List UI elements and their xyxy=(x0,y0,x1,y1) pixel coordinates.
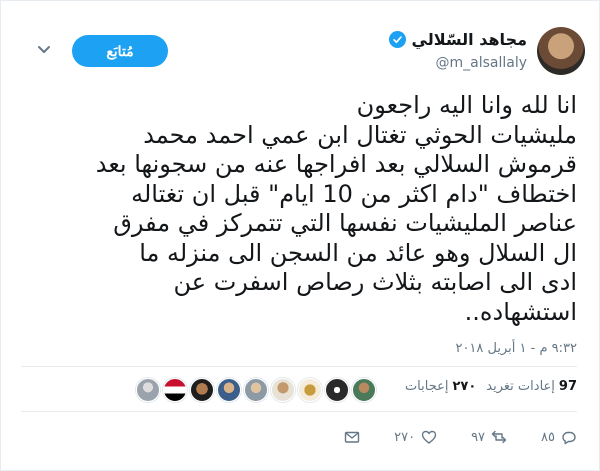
direct-message-action[interactable] xyxy=(344,429,360,445)
tweet-text-line: انا لله وانا اليه راجعون xyxy=(356,91,577,119)
tweet-text-line: عناصر المليشيات نفسها التي تتمركز في مفر… xyxy=(113,209,577,237)
liker-avatar[interactable] xyxy=(217,378,241,402)
author-name-line: مجاهد السّلالي xyxy=(388,30,527,49)
heart-icon xyxy=(421,430,437,444)
author-avatar[interactable] xyxy=(537,27,585,75)
tweet-timestamp[interactable]: ٩:٣٢ م - ١ أبريل ٢٠١٨ xyxy=(455,341,577,356)
author-name[interactable]: مجاهد السّلالي xyxy=(412,30,527,49)
reply-count: ٨٥ xyxy=(541,429,555,445)
liker-avatar[interactable] xyxy=(136,378,160,402)
liker-avatar[interactable] xyxy=(271,378,295,402)
tweet-text-line: استشهاده.. xyxy=(464,297,577,326)
reply-action[interactable]: ٨٥ xyxy=(541,429,577,445)
liker-avatar[interactable] xyxy=(190,378,214,402)
like-action[interactable]: ٢٧٠ xyxy=(394,429,437,445)
tweet-text-line: ادى الى اصابته بثلاث رصاص اسفرت عن xyxy=(173,268,577,296)
liker-avatar[interactable] xyxy=(298,378,322,402)
retweet-action[interactable]: ٩٧ xyxy=(471,429,507,445)
retweets-count: 97 xyxy=(558,379,577,394)
author-block: مجاهد السّلالي @m_alsallaly xyxy=(388,30,527,71)
tweet-text-line: مليشيات الحوثي تغتال ابن عمي احمد محمد xyxy=(143,120,577,149)
tweet-text-line: قرموش السلالي بعد افراجها عنه من سجونها … xyxy=(95,150,577,178)
retweet-icon xyxy=(491,430,507,444)
caret-down-icon[interactable] xyxy=(37,45,51,55)
divider xyxy=(21,411,577,412)
liker-avatar[interactable] xyxy=(352,378,376,402)
tweet-text-line: اختطاف "دام اكثر من 10 ايام" قبل ان تغتا… xyxy=(131,179,577,208)
tweet-card: مجاهد السّلالي @m_alsallaly مُتابَع انا … xyxy=(0,0,600,471)
likes-count: ٢٧٠ xyxy=(452,379,477,394)
tweet-text-line: ال السلال وهو عائد من السجن الى منزله ما xyxy=(139,238,577,267)
liker-avatar[interactable] xyxy=(325,378,349,402)
likes-label: إعجابات xyxy=(404,379,449,394)
liker-avatar[interactable] xyxy=(244,378,268,402)
tweet-text: انا لله وانا اليه راجعون مليشيات الحوثي … xyxy=(21,91,577,327)
reply-icon xyxy=(562,431,576,445)
like-count: ٢٧٠ xyxy=(394,429,416,445)
likes-stat[interactable]: ٢٧٠ إعجابات xyxy=(405,379,476,394)
retweet-count: ٩٧ xyxy=(471,429,486,445)
liker-avatar[interactable] xyxy=(163,378,187,402)
following-button[interactable]: مُتابَع xyxy=(72,35,168,67)
retweets-stat[interactable]: 97 إعادات تغريد xyxy=(486,379,577,394)
divider xyxy=(21,366,577,367)
author-handle[interactable]: @m_alsallaly xyxy=(389,55,527,71)
tweet-actions: ٨٥ ٩٧ ٢٧٠ xyxy=(310,429,577,445)
liker-avatars xyxy=(136,378,376,402)
retweets-label: إعادات تغريد xyxy=(486,379,555,394)
mail-icon xyxy=(344,431,360,443)
engagement-stats: 97 إعادات تغريد ٢٧٠ إعجابات xyxy=(405,379,577,394)
verified-icon xyxy=(388,31,406,48)
